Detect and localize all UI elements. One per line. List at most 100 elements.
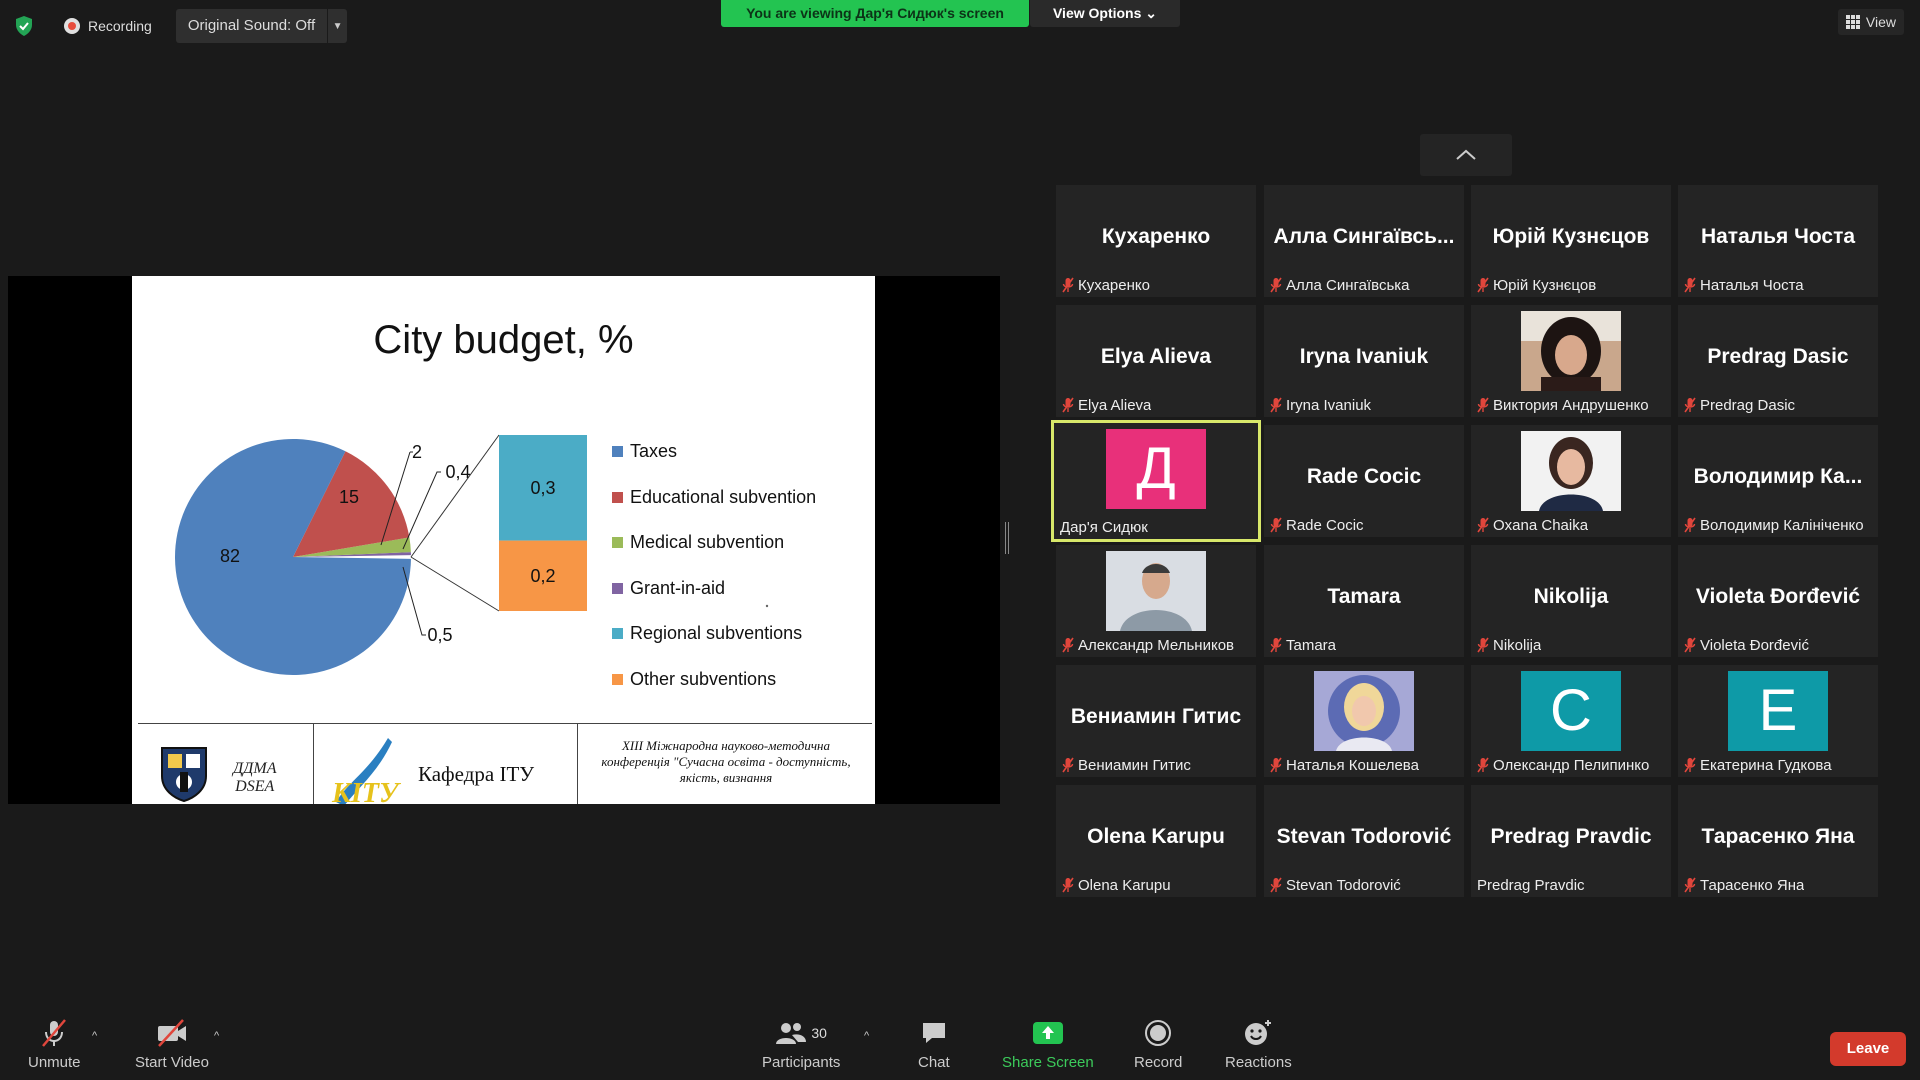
participant-tile[interactable]: E Екатерина Гудкова <box>1678 665 1878 777</box>
participant-tile[interactable]: Тарасенко Яна Тарасенко Яна <box>1678 785 1878 897</box>
unmute-label[interactable]: Unmute <box>28 1054 81 1071</box>
participant-name: Наталья Чоста <box>1700 276 1804 294</box>
chat-button[interactable]: Chat <box>918 1018 950 1071</box>
participants-options-caret[interactable]: ^ <box>864 1030 869 1042</box>
reactions-label[interactable]: Reactions <box>1225 1054 1292 1071</box>
participant-tile[interactable]: Юрій Кузнєцов Юрій Кузнєцов <box>1471 185 1671 297</box>
participant-tile[interactable]: Александр Мельников <box>1056 545 1256 657</box>
microphone-muted-icon <box>1270 397 1282 413</box>
share-screen-button[interactable]: Share Screen <box>1002 1018 1094 1071</box>
legend-swatch <box>612 673 623 685</box>
participant-tile[interactable]: Iryna Ivaniuk Iryna Ivaniuk <box>1264 305 1464 417</box>
audio-options-caret[interactable]: ^ <box>92 1030 97 1042</box>
microphone-muted-icon <box>1477 757 1489 773</box>
start-video-label[interactable]: Start Video <box>135 1054 209 1071</box>
participant-display-name: Тарасенко Яна <box>1701 825 1855 848</box>
participant-video-photo-woman-portrait <box>1521 431 1621 511</box>
footer-dsea-cell: ДДМА DSEA <box>138 724 314 804</box>
view-options-button[interactable]: View Options ⌄ <box>1030 0 1180 27</box>
participant-name-tag: Олександр Пелипинко <box>1477 755 1649 775</box>
participant-name: Вениамин Гитис <box>1078 756 1191 774</box>
security-shield-icon[interactable] <box>14 15 34 37</box>
chat-label[interactable]: Chat <box>918 1054 950 1071</box>
gallery-scroll-up-button[interactable] <box>1420 134 1512 176</box>
participant-tile[interactable]: Алла Сингаївсь... Алла Сингаївська <box>1264 185 1464 297</box>
view-button[interactable]: View <box>1837 9 1904 35</box>
participant-display-name: Володимир Ка... <box>1693 465 1863 488</box>
recording-icon[interactable] <box>64 18 80 34</box>
view-label[interactable]: View <box>1866 14 1896 30</box>
participant-display-name: Наталья Чоста <box>1700 225 1856 248</box>
reactions-button[interactable]: Reactions <box>1225 1018 1292 1071</box>
participant-tile[interactable]: Наталья Чоста Наталья Чоста <box>1678 185 1878 297</box>
participant-tile[interactable]: Tamara Tamara <box>1264 545 1464 657</box>
participant-avatar: E <box>1728 671 1828 751</box>
participant-name-tag: Наталья Кошелева <box>1270 755 1419 775</box>
video-options-caret[interactable]: ^ <box>214 1030 219 1042</box>
share-screen-icon <box>1032 1018 1064 1048</box>
participant-tile[interactable]: Кухаренко Кухаренко <box>1056 185 1256 297</box>
participant-tile[interactable]: Elya Alieva Elya Alieva <box>1056 305 1256 417</box>
legend-swatch <box>612 537 623 549</box>
participant-display-name: Elya Alieva <box>1100 345 1212 368</box>
record-label[interactable]: Record <box>1134 1054 1182 1071</box>
kitu-logo: КІТУ <box>331 738 402 804</box>
participant-name: Кухаренко <box>1078 276 1150 294</box>
microphone-muted-icon <box>1684 757 1696 773</box>
participant-name-tag: Oxana Chaika <box>1477 515 1588 535</box>
participant-name: Predrag Pravdic <box>1477 876 1585 894</box>
microphone-muted-icon <box>1270 757 1282 773</box>
participant-tile[interactable]: Violeta Đorđević Violeta Đorđević <box>1678 545 1878 657</box>
participants-label[interactable]: Participants <box>762 1054 840 1071</box>
participant-tile[interactable]: Predrag Pravdic Predrag Pravdic <box>1471 785 1671 897</box>
chevron-down-icon[interactable]: ▼ <box>327 9 347 43</box>
share-screen-label[interactable]: Share Screen <box>1002 1054 1094 1071</box>
participant-name-tag: Тарасенко Яна <box>1684 875 1804 895</box>
record-button[interactable]: Record <box>1134 1018 1182 1071</box>
participant-tile[interactable]: Stevan Todorović Stevan Todorović <box>1264 785 1464 897</box>
participant-display-name: Stevan Todorović <box>1276 825 1452 848</box>
microphone-muted-icon <box>1477 517 1489 533</box>
reactions-smiley-icon <box>1243 1018 1273 1048</box>
legend-label: Educational subvention <box>630 486 817 507</box>
participant-tile[interactable]: Наталья Кошелева <box>1264 665 1464 777</box>
participant-tile[interactable]: Вениамин Гитис Вениамин Гитис <box>1056 665 1256 777</box>
participant-tile[interactable]: C Олександр Пелипинко <box>1471 665 1671 777</box>
data-label-other-total: 0,5 <box>427 625 452 645</box>
participants-button[interactable]: 30 Participants <box>762 1018 840 1071</box>
start-video-button[interactable]: Start Video <box>135 1018 209 1071</box>
grid-view-icon <box>1845 15 1860 29</box>
splitter-handle[interactable] <box>1005 522 1009 554</box>
participant-name-tag: Екатерина Гудкова <box>1684 755 1832 775</box>
participant-tile[interactable]: Predrag Dasic Predrag Dasic <box>1678 305 1878 417</box>
original-sound-button[interactable]: Original Sound: Off ▼ <box>175 9 348 43</box>
kafedra-label: Кафедра ІТУ <box>418 762 535 786</box>
participant-video-photo-man-portrait <box>1106 551 1206 631</box>
legend-swatch <box>612 582 623 594</box>
participant-tile[interactable]: Виктория Андрушенко <box>1471 305 1671 417</box>
participant-tile[interactable]: Oxana Chaika <box>1471 425 1671 537</box>
participant-tile[interactable]: Володимир Ка... Володимир Калініченко <box>1678 425 1878 537</box>
participant-tile[interactable]: Olena Karupu Olena Karupu <box>1056 785 1256 897</box>
participant-name-tag: Violeta Đorđević <box>1684 635 1809 655</box>
connector-top <box>410 434 500 558</box>
leave-button[interactable]: Leave <box>1830 1032 1906 1066</box>
presentation-slide: City budget, % 82 15 2 0,4 0,5 0,3 0,2 Taxes Ed… <box>132 276 875 804</box>
participant-tile[interactable]: Д Дар'я Сидюк <box>1051 420 1261 542</box>
participant-name-tag: Iryna Ivaniuk <box>1270 395 1371 415</box>
participant-tile[interactable]: Rade Cocic Rade Cocic <box>1264 425 1464 537</box>
participant-tile[interactable]: Nikolija Nikolija <box>1471 545 1671 657</box>
participant-name: Юрій Кузнєцов <box>1493 276 1597 294</box>
original-sound-label[interactable]: Original Sound: Off <box>176 9 327 43</box>
footer-conference-cell: XIII Міжнародна науково-методична конфер… <box>578 724 872 804</box>
connector-bottom <box>410 556 500 612</box>
view-options-label[interactable]: View Options <box>1053 5 1141 21</box>
legend-label: Medical subvention <box>630 532 785 553</box>
microphone-muted-icon <box>1270 637 1282 653</box>
microphone-muted-icon <box>1477 277 1489 293</box>
unmute-button[interactable]: Unmute <box>28 1018 81 1071</box>
viewing-screen-banner: You are viewing Дар'я Сидюк's screen <box>721 0 1029 27</box>
participant-name: Tamara <box>1286 636 1337 654</box>
chevron-down-icon[interactable]: ⌄ <box>1145 5 1157 21</box>
dsea-label: ДДМА DSEA <box>233 760 277 795</box>
